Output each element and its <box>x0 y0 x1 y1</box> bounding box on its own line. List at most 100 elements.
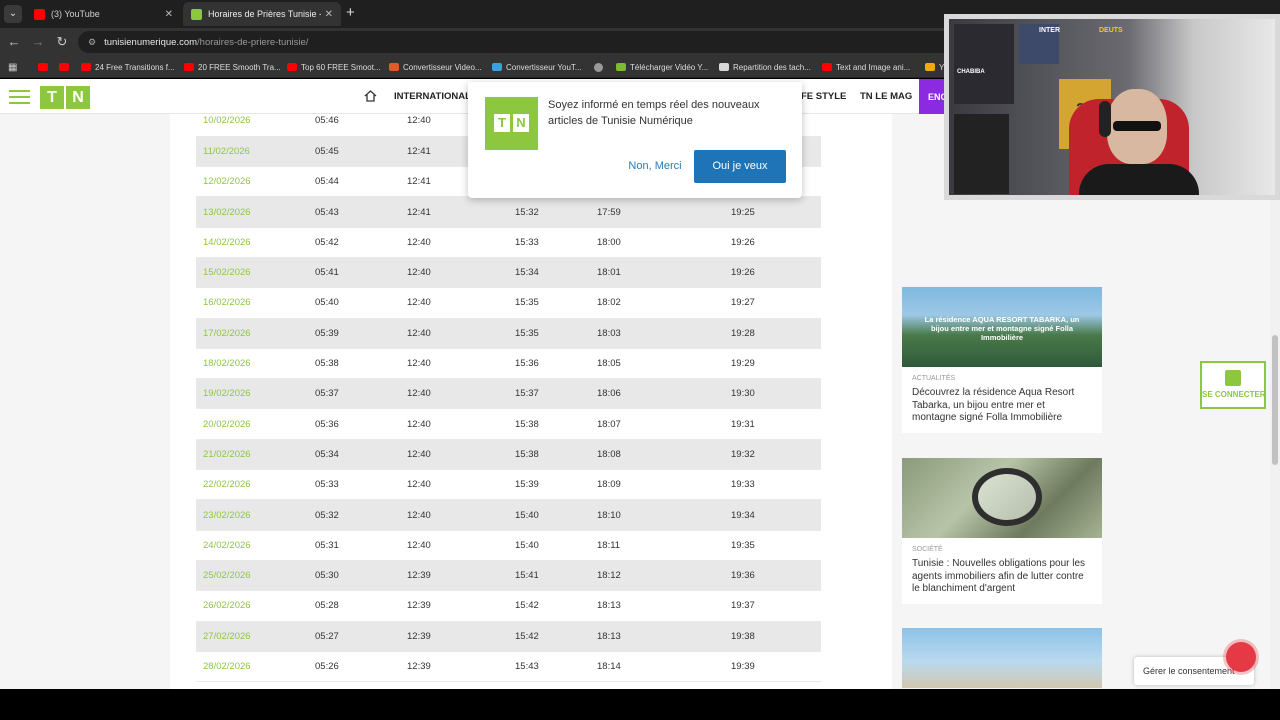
asr-cell: 15:36 <box>515 348 597 380</box>
new-tab-button[interactable]: + <box>346 5 355 21</box>
close-tab-icon[interactable]: ✕ <box>165 9 173 20</box>
youtube-icon <box>287 63 297 71</box>
date-cell[interactable]: 22/02/2026 <box>196 469 315 501</box>
maghrib-cell: 18:10 <box>597 499 731 531</box>
reload-icon[interactable]: ↻ <box>54 34 70 50</box>
tab-horaires[interactable]: Horaires de Prières Tunisie - Tu ✕ <box>183 2 341 26</box>
bookmark-youtube-2[interactable] <box>59 60 73 74</box>
url-input[interactable]: ⚙ tunisienumerique.com/horaires-de-prier… <box>78 31 958 53</box>
asr-cell: 15:34 <box>515 257 597 289</box>
date-cell[interactable]: 26/02/2026 <box>196 590 315 622</box>
date-cell[interactable]: 10/02/2026 <box>196 106 315 137</box>
forward-arrow-icon[interactable]: → <box>30 34 46 50</box>
nav-life-style[interactable]: FE STYLE <box>801 91 846 102</box>
poster-label: DEUTS <box>1099 27 1123 34</box>
article-category[interactable]: ACTUALITÉS <box>902 367 1102 384</box>
fajr-cell: 05:39 <box>315 318 407 349</box>
date-cell[interactable]: 28/02/2026 <box>196 651 315 683</box>
notification-bell-icon[interactable] <box>1226 642 1256 672</box>
article-image[interactable] <box>902 628 1102 688</box>
menu-hamburger-icon[interactable] <box>9 90 30 104</box>
document-icon <box>719 63 729 71</box>
fajr-cell: 05:46 <box>315 106 407 137</box>
table-row: 13/02/2026 05:43 12:41 15:32 17:59 19:25 <box>196 196 821 228</box>
tab-search-button[interactable]: ⌄ <box>4 5 22 23</box>
article-title[interactable]: Découvrez la résidence Aqua Resort Tabar… <box>902 384 1102 433</box>
user-icon <box>1225 370 1241 386</box>
youtube-favicon-icon <box>34 8 45 20</box>
dhuhr-cell: 12:40 <box>407 499 515 531</box>
date-cell[interactable]: 24/02/2026 <box>196 530 315 561</box>
date-cell[interactable]: 14/02/2026 <box>196 227 315 258</box>
bookmark-icon <box>925 63 935 71</box>
date-cell[interactable]: 27/02/2026 <box>196 621 315 652</box>
isha-cell: 19:32 <box>731 439 821 471</box>
tab-youtube[interactable]: (3) YouTube ✕ <box>26 2 181 26</box>
site-logo[interactable]: T N <box>40 86 90 109</box>
maghrib-cell: 17:59 <box>597 196 731 228</box>
bookmark-globe[interactable] <box>594 60 607 74</box>
table-row: 17/02/2026 05:39 12:40 15:35 18:03 19:28 <box>196 318 821 349</box>
table-row: 14/02/2026 05:42 12:40 15:33 18:00 19:26 <box>196 227 821 258</box>
dhuhr-cell: 12:40 <box>407 469 515 501</box>
asr-cell: 15:38 <box>515 439 597 471</box>
nav-international[interactable]: INTERNATIONAL <box>394 91 471 102</box>
date-cell[interactable]: 15/02/2026 <box>196 257 315 289</box>
apps-grid-icon[interactable]: ▦ <box>8 60 17 74</box>
dhuhr-cell: 12:40 <box>407 378 515 410</box>
fajr-cell: 05:36 <box>315 408 407 440</box>
isha-cell: 19:27 <box>731 287 821 319</box>
site-info-icon[interactable]: ⚙ <box>88 37 96 48</box>
back-arrow-icon[interactable]: ← <box>6 34 22 50</box>
article-image[interactable] <box>902 458 1102 538</box>
bookmark-item[interactable]: Convertisseur YouT... <box>492 60 582 74</box>
bookmark-item[interactable]: 24 Free Transitions f... <box>81 60 175 74</box>
bookmark-item[interactable]: Top 60 FREE Smoot... <box>287 60 381 74</box>
sidebar-article-card[interactable]: La résidence AQUA RESORT TABARKA, un bij… <box>902 287 1102 433</box>
accept-button[interactable]: Oui je veux <box>694 150 786 183</box>
bookmark-youtube-1[interactable] <box>38 60 52 74</box>
date-cell[interactable]: 11/02/2026 <box>196 136 315 168</box>
date-cell[interactable]: 20/02/2026 <box>196 408 315 440</box>
fajr-cell: 05:32 <box>315 499 407 531</box>
date-cell[interactable]: 25/02/2026 <box>196 560 315 592</box>
article-category[interactable]: SOCIÉTÉ <box>902 538 1102 555</box>
bookmark-item[interactable]: 20 FREE Smooth Tra... <box>184 60 281 74</box>
date-cell[interactable]: 12/02/2026 <box>196 166 315 198</box>
nav-tn-le-mag[interactable]: TN LE MAG <box>860 91 912 102</box>
fajr-cell: 05:37 <box>315 378 407 410</box>
table-row: 24/02/2026 05:31 12:40 15:40 18:11 19:35 <box>196 530 821 561</box>
bookmark-item[interactable]: Convertisseur Video... <box>389 60 482 74</box>
article-image[interactable]: La résidence AQUA RESORT TABARKA, un bij… <box>902 287 1102 367</box>
close-tab-icon[interactable]: ✕ <box>325 9 333 20</box>
maghrib-cell: 18:02 <box>597 287 731 319</box>
date-cell[interactable]: 19/02/2026 <box>196 378 315 410</box>
asr-cell: 15:32 <box>515 196 597 228</box>
poster-label: CHABIBA <box>957 69 985 75</box>
table-row: 20/02/2026 05:36 12:40 15:38 18:07 19:31 <box>196 408 821 440</box>
sidebar-article-card[interactable] <box>902 628 1102 688</box>
bookmark-item[interactable]: Text and Image ani... <box>822 60 910 74</box>
table-row: 26/02/2026 05:28 12:39 15:42 18:13 19:37 <box>196 590 821 622</box>
home-icon[interactable] <box>364 90 377 102</box>
date-cell[interactable]: 21/02/2026 <box>196 439 315 471</box>
dhuhr-cell: 12:39 <box>407 590 515 622</box>
notification-permission-popup: T N Soyez informé en temps réel des nouv… <box>468 82 802 198</box>
sidebar-article-card[interactable]: SOCIÉTÉ Tunisie : Nouvelles obligations … <box>902 458 1102 604</box>
bookmark-item[interactable]: Télécharger Vidéo Y... <box>616 60 708 74</box>
scrollbar-thumb[interactable] <box>1272 335 1278 465</box>
isha-cell: 19:39 <box>731 651 821 683</box>
date-cell[interactable]: 23/02/2026 <box>196 499 315 531</box>
person-shirt <box>1079 164 1199 195</box>
poster-label: INTER <box>1039 27 1060 34</box>
article-title[interactable]: Tunisie : Nouvelles obligations pour les… <box>902 555 1102 604</box>
date-cell[interactable]: 16/02/2026 <box>196 287 315 319</box>
article-image-text: La résidence AQUA RESORT TABARKA, un bij… <box>924 315 1080 342</box>
date-cell[interactable]: 13/02/2026 <box>196 196 315 228</box>
login-button[interactable]: SE CONNECTER <box>1200 361 1266 409</box>
asr-cell: 15:37 <box>515 378 597 410</box>
bookmark-item[interactable]: Repartition des tach... <box>719 60 811 74</box>
decline-button[interactable]: Non, Merci <box>605 149 705 183</box>
date-cell[interactable]: 17/02/2026 <box>196 318 315 349</box>
date-cell[interactable]: 18/02/2026 <box>196 348 315 380</box>
